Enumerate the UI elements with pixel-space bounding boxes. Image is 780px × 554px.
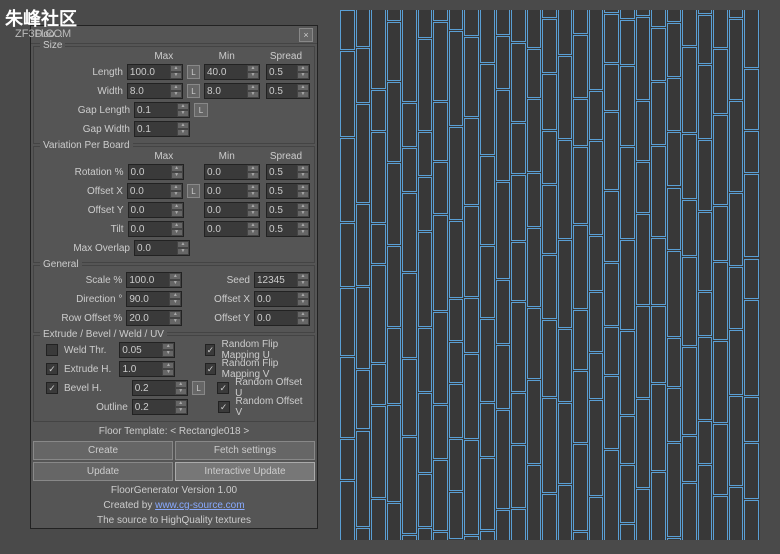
length-label: Length xyxy=(38,67,127,78)
close-button[interactable]: × xyxy=(299,28,313,42)
off-v-checkbox[interactable] xyxy=(218,401,230,413)
width-max-input[interactable]: ▲▼ xyxy=(127,83,183,99)
offsety-min[interactable]: ▲▼ xyxy=(204,202,260,218)
watermark-sub: ZF3D.COM xyxy=(15,28,71,40)
variation-title: Variation Per Board xyxy=(40,140,133,151)
extrude-section: Extrude / Bevel / Weld / UV Weld Thr. ▲▼… xyxy=(33,335,315,422)
created-text: Created by www.cg-source.com xyxy=(31,498,317,513)
rotation-min[interactable]: ▲▼ xyxy=(204,164,260,180)
gap-lock[interactable]: L xyxy=(194,103,208,117)
gap-length-label: Gap Length xyxy=(38,105,134,116)
bevel-lock[interactable]: L xyxy=(192,381,206,395)
update-button[interactable]: Update xyxy=(33,462,173,481)
flip-v-checkbox[interactable] xyxy=(205,363,215,375)
size-title: Size xyxy=(40,40,65,51)
outline-input[interactable]: ▲▼ xyxy=(132,399,188,415)
tilt-min[interactable]: ▲▼ xyxy=(204,221,260,237)
fetch-button[interactable]: Fetch settings xyxy=(175,441,315,460)
offsety-spread[interactable]: ▲▼ xyxy=(266,202,310,218)
size-section: Size MaxMinSpread Length ▲▼ L ▲▼ ▲▼ Widt… xyxy=(33,46,315,144)
extrude-checkbox[interactable] xyxy=(46,363,58,375)
interactive-update-button[interactable]: Interactive Update xyxy=(175,462,315,481)
extrude-h-input[interactable]: ▲▼ xyxy=(119,361,175,377)
source-text: The source to HighQuality textures xyxy=(31,513,317,528)
width-lock[interactable]: L xyxy=(187,84,200,98)
weld-thr-input[interactable]: ▲▼ xyxy=(119,342,175,358)
bevel-h-input[interactable]: ▲▼ xyxy=(132,380,188,396)
off-u-checkbox[interactable] xyxy=(217,382,229,394)
gap-width-label: Gap Width xyxy=(38,124,134,135)
length-lock[interactable]: L xyxy=(187,65,200,79)
max-overlap-input[interactable]: ▲▼ xyxy=(134,240,190,256)
offsetx-min[interactable]: ▲▼ xyxy=(204,183,260,199)
offset-lock[interactable]: L xyxy=(187,184,200,198)
gap-length-input[interactable]: ▲▼ xyxy=(134,102,190,118)
extrude-title: Extrude / Bevel / Weld / UV xyxy=(40,329,167,340)
offsetx-spread[interactable]: ▲▼ xyxy=(266,183,310,199)
bevel-checkbox[interactable] xyxy=(46,382,58,394)
length-max-input[interactable]: ▲▼ xyxy=(127,64,183,80)
tilt-max[interactable]: ▲▼ xyxy=(128,221,184,237)
row-offset-input[interactable]: ▲▼ xyxy=(126,310,182,326)
offsetx-max[interactable]: ▲▼ xyxy=(127,183,183,199)
flip-u-checkbox[interactable] xyxy=(205,344,215,356)
length-min-input[interactable]: ▲▼ xyxy=(204,64,260,80)
seed-input[interactable]: ▲▼ xyxy=(254,272,310,288)
width-spread-input[interactable]: ▲▼ xyxy=(266,83,310,99)
scale-input[interactable]: ▲▼ xyxy=(126,272,182,288)
weld-checkbox[interactable] xyxy=(46,344,58,356)
floor-generator-panel: Floo... × Size MaxMinSpread Length ▲▼ L … xyxy=(30,25,318,529)
width-min-input[interactable]: ▲▼ xyxy=(204,83,260,99)
create-button[interactable]: Create xyxy=(33,441,173,460)
rotation-max[interactable]: ▲▼ xyxy=(128,164,184,180)
tilt-spread[interactable]: ▲▼ xyxy=(266,221,310,237)
offsety-max[interactable]: ▲▼ xyxy=(128,202,184,218)
general-section: General Scale % ▲▼ Seed ▲▼ Direction ° ▲… xyxy=(33,265,315,333)
viewport[interactable] xyxy=(340,10,760,540)
general-title: General xyxy=(40,259,82,270)
direction-input[interactable]: ▲▼ xyxy=(126,291,182,307)
template-text: Floor Template: < Rectangle018 > xyxy=(31,424,317,439)
source-link[interactable]: www.cg-source.com xyxy=(155,500,244,511)
variation-section: Variation Per Board MaxMinSpread Rotatio… xyxy=(33,146,315,263)
version-text: FloorGenerator Version 1.00 xyxy=(31,483,317,498)
rotation-spread[interactable]: ▲▼ xyxy=(266,164,310,180)
gap-width-input[interactable]: ▲▼ xyxy=(134,121,190,137)
gen-offsety-input[interactable]: ▲▼ xyxy=(254,310,310,326)
width-label: Width xyxy=(38,86,127,97)
gen-offsetx-input[interactable]: ▲▼ xyxy=(254,291,310,307)
length-spread-input[interactable]: ▲▼ xyxy=(266,64,310,80)
